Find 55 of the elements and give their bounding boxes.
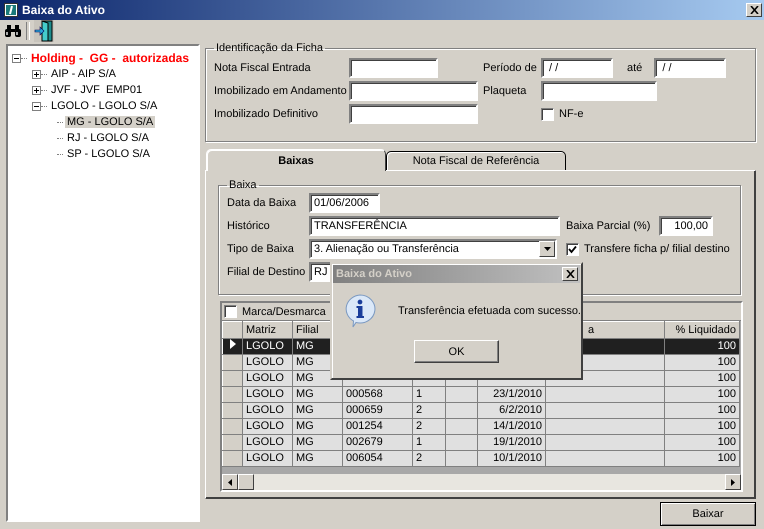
table-cell: 100 [664,354,740,370]
field-label: Baixa Parcial (%) [566,220,652,232]
table-cell: MG [292,434,342,450]
group-title: Identificação da Ficha [215,42,324,54]
table-cell: 14/1/2010 [478,418,546,434]
table-cell: MG [292,386,342,402]
field-label: Período de [483,62,538,74]
table-cell: 10/1/2010 [478,450,546,466]
table-cell: LGOLO [242,354,292,370]
table-cell: 100 [664,418,740,434]
table-cell: 19/1/2010 [478,434,546,450]
field-label: até [627,62,642,74]
table-cell: LGOLO [242,434,292,450]
field-label: Nota Fiscal Entrada [214,62,312,74]
table-cell: 002679 [342,434,412,450]
table-cell: 000568 [342,386,412,402]
table-cell: MG [292,418,342,434]
table-cell: 23/1/2010 [478,386,546,402]
checkbox-label: Transfere ficha p/ filial destino [584,243,730,255]
table-cell: LGOLO [242,386,292,402]
table-cell: 100 [664,386,740,402]
field-label: Tipo de Baixa [227,243,295,255]
field-label: Imobilizado em Andamento [214,85,348,97]
table-cell: 2 [412,450,446,466]
field-label: Imobilizado Definitivo [214,108,319,120]
field-label: Histórico [227,220,271,232]
table-cell: 6/2/2010 [478,402,546,418]
table-cell: 1 [412,434,446,450]
checkbox-label: Marca/Desmarca [242,306,326,318]
table-cell: 000659 [342,402,412,418]
window-title: Baixa do Ativo [22,3,106,17]
table-cell: 001254 [342,418,412,434]
table-cell: 100 [664,370,740,386]
table-cell: 100 [664,402,740,418]
table-cell: 2 [412,402,446,418]
table-cell: LGOLO [242,450,292,466]
table-cell: MG [292,402,342,418]
table-cell: 1 [412,386,446,402]
table-cell: LGOLO [242,402,292,418]
dialog-title: Baixa do Ativo [336,268,412,280]
table-cell: LGOLO [242,338,292,354]
table-cell: 100 [664,338,740,354]
table-cell: 2 [412,418,446,434]
field-label: Filial de Destino [227,266,306,278]
table-cell: LGOLO [242,370,292,386]
table-cell: 100 [664,450,740,466]
checkbox-label: NF-e [559,108,584,120]
group-title: Baixa [228,179,258,191]
table-cell: 100 [664,434,740,450]
dialog-message: Transferência efetuada com sucesso. [398,305,581,317]
table-cell: MG [292,450,342,466]
field-label: Plaqueta [483,85,528,97]
table-cell: 006054 [342,450,412,466]
table-cell: LGOLO [242,418,292,434]
field-label: Data da Baixa [227,197,298,209]
